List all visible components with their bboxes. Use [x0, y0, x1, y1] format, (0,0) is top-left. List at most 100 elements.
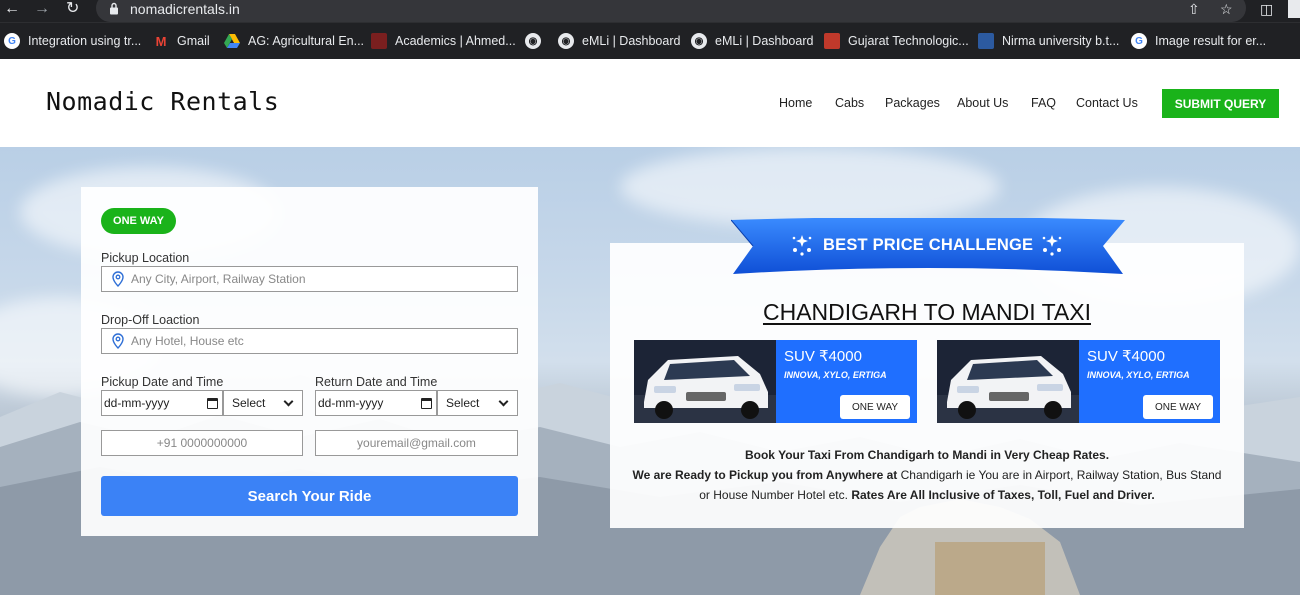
pickup-time-value: Select	[232, 396, 266, 410]
phone-placeholder: +91 0000000000	[156, 436, 248, 450]
bookmark-item[interactable]: Nirma university b.t...	[978, 32, 1119, 50]
site-logo[interactable]: Nomadic Rentals	[46, 87, 279, 116]
one-way-button[interactable]: ONE WAY	[840, 395, 910, 419]
browser-toolbar: ← → ↻ nomadicrentals.in ⇧ ☆ ◫	[0, 0, 1300, 22]
pickup-date-value: dd-mm-yyyy	[104, 396, 170, 410]
nav-cabs[interactable]: Cabs	[835, 96, 864, 110]
location-pin-icon	[112, 333, 124, 349]
side-panel-icon[interactable]: ◫	[1260, 0, 1273, 18]
email-placeholder: youremail@gmail.com	[357, 436, 476, 450]
address-bar[interactable]	[96, 0, 1246, 22]
bookmark-item[interactable]: ◉ eMLi | Dashboard	[558, 32, 680, 50]
bookmark-icon	[371, 33, 387, 49]
nav-about-us[interactable]: About Us	[957, 96, 1008, 110]
globe-icon: ◉	[525, 33, 541, 49]
bookmark-label: Gujarat Technologic...	[848, 34, 969, 48]
pickup-date-input[interactable]: dd-mm-yyyy	[101, 390, 223, 416]
chevron-down-icon	[498, 396, 509, 406]
route-title: CHANDIGARH TO MANDI TAXI	[610, 299, 1244, 326]
lock-icon	[110, 2, 118, 15]
bookmark-label: Academics | Ahmed...	[395, 34, 516, 48]
return-date-input[interactable]: dd-mm-yyyy	[315, 390, 437, 416]
globe-icon: ◉	[691, 33, 707, 49]
bookmark-label: AG: Agricultural En...	[248, 34, 365, 48]
phone-input[interactable]: +91 0000000000	[101, 430, 303, 456]
return-datetime-label: Return Date and Time	[315, 375, 438, 389]
bookmark-item[interactable]: ◉	[525, 32, 549, 50]
car-card[interactable]: SUV ₹4000 INNOVA, XYLO, ERTIGA ONE WAY	[634, 340, 917, 423]
bookmark-item[interactable]: ◉ eMLi | Dashboard	[691, 32, 813, 50]
dropoff-placeholder: Any Hotel, House etc	[131, 334, 244, 348]
nav-packages[interactable]: Packages	[885, 96, 940, 110]
profile-icon[interactable]	[1288, 0, 1300, 18]
bookmark-item[interactable]: AG: Agricultural En...	[224, 32, 364, 50]
globe-icon: ◉	[558, 33, 574, 49]
return-date-value: dd-mm-yyyy	[318, 396, 384, 410]
booking-form: ONE WAY Pickup Location Any City, Airpor…	[81, 187, 538, 536]
calendar-icon[interactable]	[207, 397, 218, 409]
submit-query-button[interactable]: SUBMIT QUERY	[1162, 89, 1279, 118]
search-ride-button[interactable]: Search Your Ride	[101, 476, 518, 516]
one-way-button[interactable]: ONE WAY	[1143, 395, 1213, 419]
sparkle-icon	[1042, 235, 1062, 256]
pickup-time-select[interactable]: Select	[223, 390, 303, 416]
url-text[interactable]: nomadicrentals.in	[130, 0, 240, 18]
email-input[interactable]: youremail@gmail.com	[315, 430, 518, 456]
calendar-icon[interactable]	[421, 397, 432, 409]
forward-arrow-icon[interactable]: →	[34, 0, 50, 18]
bookmark-label: Integration using tr...	[28, 34, 142, 48]
bookmark-item[interactable]: Academics | Ahmed...	[371, 32, 516, 50]
promo-line-3-text: or House Number Hotel etc.	[699, 488, 848, 502]
car-image	[634, 340, 776, 423]
bookmark-item[interactable]: M Gmail	[153, 32, 210, 50]
sparkle-icon	[792, 235, 812, 256]
pickup-input[interactable]: Any City, Airport, Railway Station	[101, 266, 518, 292]
car-price: SUV ₹4000	[784, 348, 862, 365]
bookmarks-bar: G Integration using tr... M Gmail AG: Ag…	[0, 22, 1300, 59]
bookmark-label: eMLi | Dashboard	[582, 34, 681, 48]
bookmark-item[interactable]: G Integration using tr...	[4, 32, 141, 50]
gmail-icon: M	[155, 33, 167, 49]
promo-line-3-bold: Rates Are All Inclusive of Taxes, Toll, …	[851, 488, 1155, 502]
bookmark-label: Image result for er...	[1155, 34, 1267, 48]
share-icon[interactable]: ⇧	[1188, 0, 1200, 18]
nav-home[interactable]: Home	[779, 96, 812, 110]
bookmark-label: Nirma university b.t...	[1002, 34, 1120, 48]
promo-line-2: We are Ready to Pickup you from Anywhere…	[610, 465, 1244, 485]
pickup-placeholder: Any City, Airport, Railway Station	[131, 272, 306, 286]
star-icon[interactable]: ☆	[1220, 0, 1233, 18]
bookmark-label: eMLi | Dashboard	[715, 34, 814, 48]
google-icon: G	[1131, 33, 1147, 49]
dropoff-input[interactable]: Any Hotel, House etc	[101, 328, 518, 354]
car-price: SUV ₹4000	[1087, 348, 1165, 365]
car-models: INNOVA, XYLO, ERTIGA	[784, 370, 887, 380]
pickup-label: Pickup Location	[101, 251, 190, 265]
gtu-icon	[824, 33, 840, 49]
best-price-title: BEST PRICE CHALLENGE	[823, 236, 1034, 254]
return-time-value: Select	[446, 396, 480, 410]
bookmark-item[interactable]: Gujarat Technologic...	[824, 32, 969, 50]
google-icon: G	[4, 33, 20, 49]
route-title-text: CHANDIGARH TO MANDI TAXI	[762, 299, 1091, 325]
pickup-datetime-label: Pickup Date and Time	[101, 375, 224, 389]
back-arrow-icon[interactable]: ←	[4, 0, 20, 18]
car-models: INNOVA, XYLO, ERTIGA	[1087, 370, 1190, 380]
drive-icon	[224, 33, 240, 49]
dropoff-label: Drop-Off Loaction	[101, 313, 200, 327]
nav-faq[interactable]: FAQ	[1031, 96, 1056, 110]
car-card[interactable]: SUV ₹4000 INNOVA, XYLO, ERTIGA ONE WAY	[937, 340, 1220, 423]
nav-contact-us[interactable]: Contact Us	[1076, 96, 1138, 110]
reload-icon[interactable]: ↻	[66, 0, 79, 18]
site-header: Nomadic Rentals Home Cabs Packages About…	[0, 59, 1300, 147]
bookmark-label: Gmail	[177, 34, 210, 48]
one-way-toggle[interactable]: ONE WAY	[101, 208, 176, 234]
promo-line-2-bold: We are Ready to Pickup you from Anywhere…	[632, 468, 898, 482]
nirma-icon	[978, 33, 994, 49]
car-image	[937, 340, 1079, 423]
bookmark-item[interactable]: G Image result for er...	[1131, 32, 1266, 50]
location-pin-icon	[112, 271, 124, 287]
promo-line-1: Book Your Taxi From Chandigarh to Mandi …	[744, 448, 1110, 462]
return-time-select[interactable]: Select	[437, 390, 518, 416]
promo-line-3: or House Number Hotel etc. Rates Are All…	[610, 485, 1244, 505]
promo-line-2-text: Chandigarh ie You are in Airport, Railwa…	[900, 468, 1222, 482]
